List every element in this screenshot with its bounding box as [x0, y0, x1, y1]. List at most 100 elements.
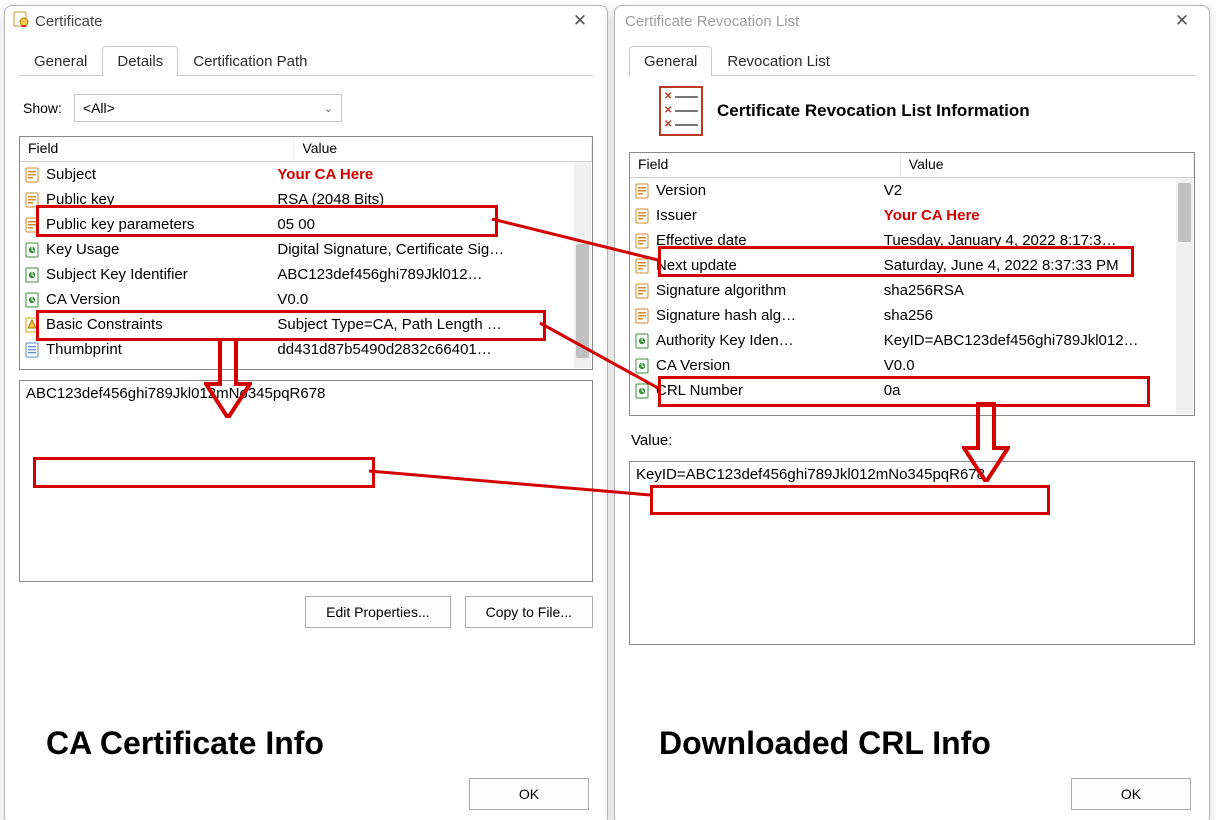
detail-value-pane[interactable]: KeyID=ABC123def456ghi789Jkl012mNo345pqR6…	[629, 461, 1195, 645]
tab-strip: GeneralDetailsCertification Path	[19, 46, 593, 76]
row-value: ABC123def456ghi789Jkl012…	[277, 266, 592, 283]
row-value: RSA (2048 Bits)	[277, 191, 592, 208]
row-value: KeyID=ABC123def456ghi789Jkl012…	[884, 332, 1194, 349]
row-value: Subject Type=CA, Path Length …	[277, 316, 592, 333]
list-row[interactable]: SubjectYour CA Here	[20, 162, 592, 187]
row-field: Signature hash alg…	[656, 307, 884, 324]
list-row[interactable]: Thumbprintdd431d87b5490d2832c66401…	[20, 337, 592, 362]
row-value: dd431d87b5490d2832c66401…	[277, 341, 592, 358]
detail-value-text: ABC123def456ghi789Jkl012mNo345pqR678	[26, 385, 325, 402]
row-field: Public key	[46, 191, 277, 208]
row-field: Subject Key Identifier	[46, 266, 277, 283]
value-label: Value:	[631, 432, 1195, 449]
row-field: CRL Number	[656, 382, 884, 399]
ext-icon	[22, 290, 42, 310]
show-filter-dropdown[interactable]: <All> ⌄	[74, 94, 342, 122]
detail-value-pane[interactable]: ABC123def456ghi789Jkl012mNo345pqR678	[19, 380, 593, 582]
row-field: CA Version	[656, 357, 884, 374]
ext-icon	[632, 356, 652, 376]
row-field: Signature algorithm	[656, 282, 884, 299]
ext-icon	[632, 381, 652, 401]
row-value: Your CA Here	[277, 166, 592, 183]
row-value: 05 00	[277, 216, 592, 233]
list-row[interactable]: Next updateSaturday, June 4, 2022 8:37:3…	[630, 253, 1194, 278]
tab-certification-path[interactable]: Certification Path	[178, 46, 322, 76]
row-value: Tuesday, January 4, 2022 8:17:3…	[884, 232, 1194, 249]
doc-icon	[632, 281, 652, 301]
crl-heading: Certificate Revocation List Information	[717, 101, 1030, 121]
titlebar[interactable]: Certificate Revocation List ✕	[615, 6, 1209, 36]
show-label: Show:	[23, 100, 62, 116]
ok-button[interactable]: OK	[1071, 778, 1191, 810]
row-field: Key Usage	[46, 241, 277, 258]
ext-icon	[22, 265, 42, 285]
tab-revocation-list[interactable]: Revocation List	[712, 46, 845, 76]
doc-icon	[632, 306, 652, 326]
row-value: sha256RSA	[884, 282, 1194, 299]
warn-icon	[22, 315, 42, 335]
list-row[interactable]: CA VersionV0.0	[20, 287, 592, 312]
scrollbar[interactable]	[574, 162, 591, 368]
crl-icon: ✕ ✕ ✕	[659, 86, 703, 136]
list-row[interactable]: Basic ConstraintsSubject Type=CA, Path L…	[20, 312, 592, 337]
doc-icon	[632, 256, 652, 276]
titlebar[interactable]: Certificate ✕	[5, 6, 607, 36]
list-row[interactable]: Key UsageDigital Signature, Certificate …	[20, 237, 592, 262]
doc-icon	[22, 165, 42, 185]
tab-general[interactable]: General	[629, 46, 712, 76]
col-header-value[interactable]: Value	[901, 153, 1194, 177]
col-header-value[interactable]: Value	[294, 137, 592, 161]
doc-icon	[632, 206, 652, 226]
annotation-caption-left: CA Certificate Info	[46, 725, 324, 762]
window-title: Certificate	[29, 13, 561, 30]
row-field: Subject	[46, 166, 277, 183]
list-row[interactable]: IssuerYour CA Here	[630, 203, 1194, 228]
close-icon[interactable]: ✕	[1163, 11, 1201, 31]
field-listbox[interactable]: Field Value SubjectYour CA HerePublic ke…	[19, 136, 593, 370]
close-icon[interactable]: ✕	[561, 11, 599, 31]
ok-button[interactable]: OK	[469, 778, 589, 810]
doc-icon	[22, 190, 42, 210]
list-row[interactable]: VersionV2	[630, 178, 1194, 203]
row-value: V0.0	[884, 357, 1194, 374]
list-row[interactable]: CRL Number0a	[630, 378, 1194, 403]
field-listbox[interactable]: Field Value VersionV2IssuerYour CA HereE…	[629, 152, 1195, 416]
list-row[interactable]: Signature hash alg…sha256	[630, 303, 1194, 328]
doc-icon	[632, 231, 652, 251]
row-field: Public key parameters	[46, 216, 277, 233]
list-row[interactable]: Authority Key Iden…KeyID=ABC123def456ghi…	[630, 328, 1194, 353]
list-row[interactable]: Subject Key IdentifierABC123def456ghi789…	[20, 262, 592, 287]
col-header-field[interactable]: Field	[20, 137, 294, 161]
row-value: Digital Signature, Certificate Sig…	[277, 241, 592, 258]
row-field: Next update	[656, 257, 884, 274]
arrow-down-icon	[962, 402, 1010, 482]
thumb-icon	[22, 340, 42, 360]
list-row[interactable]: Public key parameters05 00	[20, 212, 592, 237]
chevron-down-icon: ⌄	[324, 102, 333, 115]
row-field: Authority Key Iden…	[656, 332, 884, 349]
row-value: Your CA Here	[884, 207, 1194, 224]
list-row[interactable]: CA VersionV0.0	[630, 353, 1194, 378]
tab-strip: GeneralRevocation List	[629, 46, 1195, 76]
col-header-field[interactable]: Field	[630, 153, 901, 177]
edit-properties-button[interactable]: Edit Properties...	[305, 596, 451, 628]
ext-icon	[632, 331, 652, 351]
list-row[interactable]: Signature algorithmsha256RSA	[630, 278, 1194, 303]
ext-icon	[22, 240, 42, 260]
crl-dialog: Certificate Revocation List ✕ GeneralRev…	[614, 5, 1210, 820]
scrollbar[interactable]	[1176, 178, 1193, 414]
row-value: V0.0	[277, 291, 592, 308]
certificate-dialog: Certificate ✕ GeneralDetailsCertificatio…	[4, 5, 608, 820]
copy-to-file-button[interactable]: Copy to File...	[465, 596, 593, 628]
tab-general[interactable]: General	[19, 46, 102, 76]
tab-details[interactable]: Details	[102, 46, 178, 76]
row-value: V2	[884, 182, 1194, 199]
arrow-down-icon	[204, 338, 252, 418]
row-field: Issuer	[656, 207, 884, 224]
window-title: Certificate Revocation List	[623, 13, 1163, 30]
show-filter-value: <All>	[83, 100, 115, 116]
doc-icon	[22, 215, 42, 235]
list-row[interactable]: Effective dateTuesday, January 4, 2022 8…	[630, 228, 1194, 253]
list-row[interactable]: Public keyRSA (2048 Bits)	[20, 187, 592, 212]
row-value: 0a	[884, 382, 1194, 399]
